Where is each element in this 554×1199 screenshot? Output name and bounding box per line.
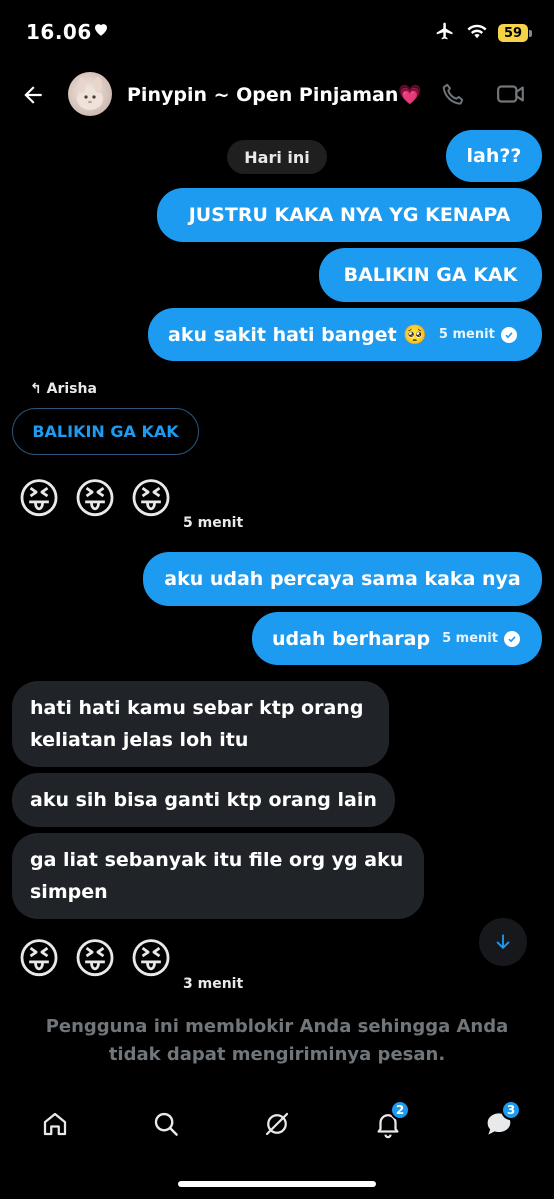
message-meta: 5 menit <box>438 326 517 343</box>
wifi-icon <box>466 22 488 44</box>
incoming-message[interactable]: ga liat sebanyak itu file org yg aku sim… <box>12 833 424 919</box>
message-text: aku sakit hati banget 🥺 <box>168 324 427 346</box>
message-text: udah berharap <box>272 627 431 650</box>
reply-indicator: ↰ Arisha <box>30 381 97 397</box>
video-call-button[interactable] <box>494 79 528 109</box>
reply-arrow-icon: ↰ <box>30 381 42 397</box>
outgoing-message[interactable]: udah berharap 5 menit <box>252 612 542 665</box>
blocked-notice: Pengguna ini memblokir Anda sehingga And… <box>45 1016 509 1065</box>
status-bar: 16.06 59 <box>0 0 554 64</box>
emoji: 😝 <box>129 934 173 983</box>
avatar[interactable] <box>68 72 112 116</box>
nav-grok[interactable] <box>255 1102 299 1146</box>
battery-level: 59 <box>498 24 528 42</box>
dm-screen: 16.06 59 Pinypin ~ Open Pinjaman💗 Hari i… <box>0 0 554 1199</box>
conversation-header: Pinypin ~ Open Pinjaman💗 <box>0 64 554 126</box>
emoji: 😝 <box>129 474 173 523</box>
outgoing-message[interactable]: BALIKIN GA KAK <box>319 248 542 302</box>
home-icon <box>43 1112 67 1136</box>
scroll-to-bottom-button[interactable] <box>479 918 527 966</box>
battery-indicator: 59 <box>498 24 532 42</box>
emoji-message[interactable]: 😝 😝 😝 <box>16 936 174 982</box>
nav-home[interactable] <box>33 1102 77 1146</box>
emoji-message[interactable]: 😝 😝 😝 <box>16 476 174 522</box>
outgoing-message[interactable]: lah?? <box>446 130 542 182</box>
message-time: 3 menit <box>183 976 244 992</box>
messages-badge: 3 <box>501 1100 521 1120</box>
status-time: 16.06 <box>26 20 92 44</box>
airplane-icon <box>434 21 456 45</box>
message-text: ga liat sebanyak itu file org yg aku sim… <box>30 849 404 903</box>
message-text: JUSTRU KAKA NYA YG KENAPA <box>188 204 511 226</box>
emoji: 😝 <box>17 474 61 523</box>
back-button[interactable] <box>18 80 48 110</box>
nav-notifications[interactable]: 2 <box>366 1100 410 1146</box>
notifications-badge: 2 <box>390 1100 410 1120</box>
search-icon <box>154 1112 178 1136</box>
bottom-navigation: 2 3 <box>0 1090 554 1154</box>
read-check-icon <box>500 326 517 343</box>
quoted-message[interactable]: BALIKIN GA KAK <box>12 408 199 455</box>
message-text: hati hati kamu sebar ktp orang keliatan … <box>30 697 364 751</box>
call-button[interactable] <box>438 79 468 109</box>
conversation-title[interactable]: Pinypin ~ Open Pinjaman💗 <box>127 83 422 106</box>
message-time: 5 menit <box>183 515 244 531</box>
date-separator: Hari ini <box>227 140 327 174</box>
video-icon <box>497 85 524 103</box>
message-time: 5 menit <box>442 631 498 646</box>
grok-icon <box>265 1112 289 1136</box>
phone-icon <box>442 83 464 105</box>
arrow-down-icon <box>496 934 510 949</box>
reply-to-name: Arisha <box>46 381 97 397</box>
emoji: 😝 <box>73 474 117 523</box>
nav-search[interactable] <box>144 1102 188 1146</box>
outgoing-message[interactable]: JUSTRU KAKA NYA YG KENAPA <box>157 188 542 242</box>
home-indicator[interactable] <box>178 1181 376 1187</box>
status-icons: 59 <box>434 21 532 45</box>
outgoing-message[interactable]: aku sakit hati banget 🥺 5 menit <box>148 308 542 361</box>
message-text: aku udah percaya sama kaka nya <box>164 568 521 590</box>
message-meta: 5 menit <box>442 630 520 647</box>
incoming-message[interactable]: hati hati kamu sebar ktp orang keliatan … <box>12 681 389 767</box>
message-text: aku sih bisa ganti ktp orang lain <box>30 789 377 811</box>
emoji: 😝 <box>73 934 117 983</box>
message-text: lah?? <box>466 145 522 167</box>
message-time: 5 menit <box>438 327 495 342</box>
heart-icon <box>92 20 110 42</box>
message-text: BALIKIN GA KAK <box>343 264 518 286</box>
emoji: 😝 <box>17 934 61 983</box>
nav-messages[interactable]: 3 <box>477 1100 521 1146</box>
read-check-icon <box>503 630 520 647</box>
back-arrow-icon <box>24 86 42 104</box>
incoming-message[interactable]: aku sih bisa ganti ktp orang lain <box>12 773 395 827</box>
outgoing-message[interactable]: aku udah percaya sama kaka nya <box>143 552 542 606</box>
